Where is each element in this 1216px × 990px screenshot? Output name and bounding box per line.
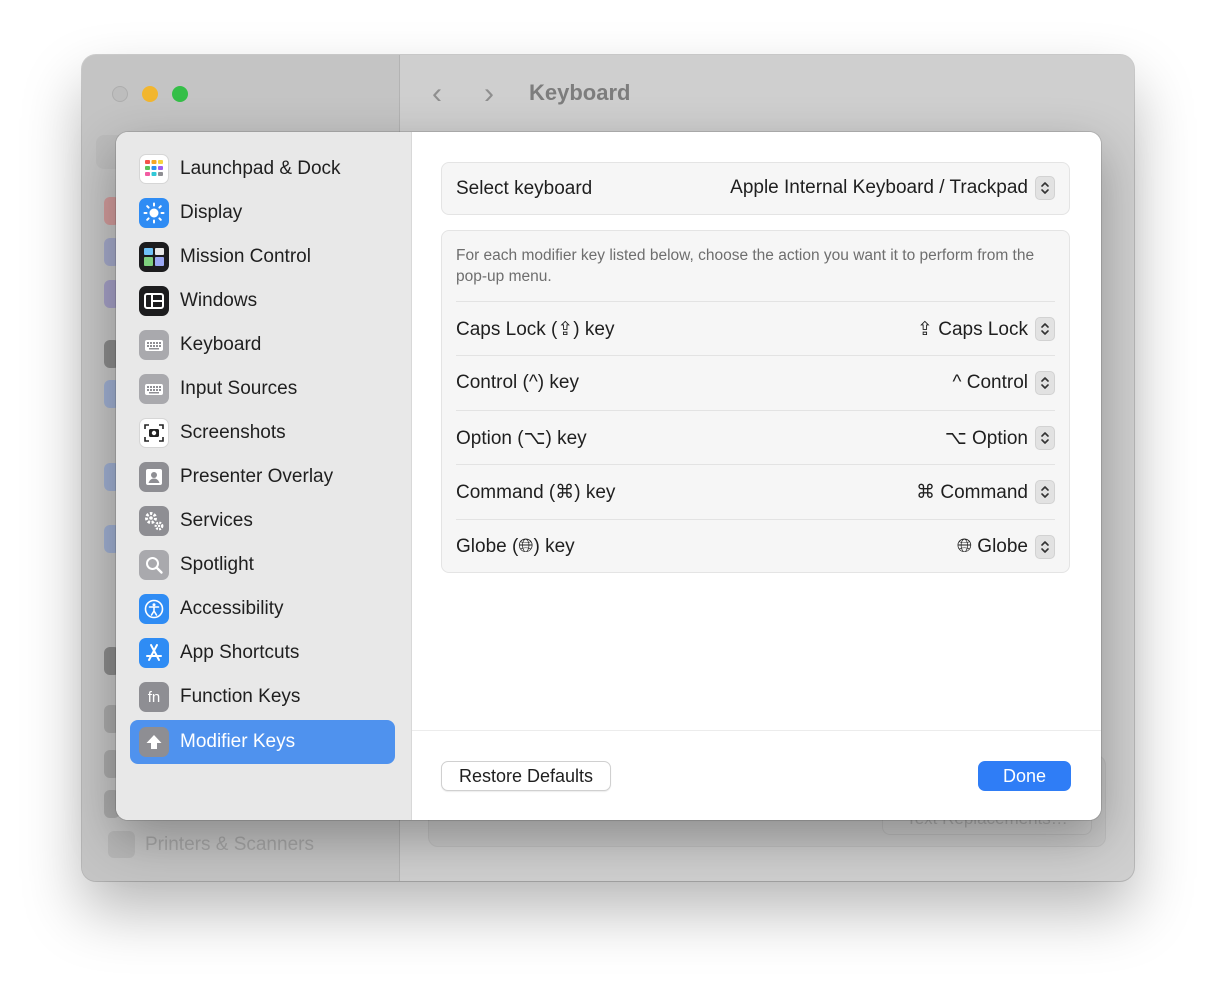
modifier-keys-card: For each modifier key listed below, choo… bbox=[441, 230, 1070, 573]
caps-lock-popup[interactable]: ⇪ Caps Lock bbox=[917, 317, 1055, 341]
modifier-description: For each modifier key listed below, choo… bbox=[456, 247, 1035, 285]
sidebar-item-function-keys[interactable]: fn Function Keys bbox=[130, 675, 395, 719]
app-shortcuts-icon bbox=[139, 638, 169, 668]
divider bbox=[456, 355, 1055, 356]
sidebar-item-keyboard[interactable]: Keyboard bbox=[130, 323, 395, 367]
sidebar-item-input-sources[interactable]: Input Sources bbox=[130, 367, 395, 411]
sidebar-item-presenter-overlay[interactable]: Presenter Overlay bbox=[130, 455, 395, 499]
spotlight-icon bbox=[139, 550, 169, 580]
chevron-updown-icon bbox=[1035, 176, 1055, 200]
sidebar-item-display[interactable]: Display bbox=[130, 191, 395, 235]
presenter-overlay-icon bbox=[139, 462, 169, 492]
svg-text:fn: fn bbox=[148, 689, 161, 706]
sidebar-item-label: Windows bbox=[180, 290, 258, 311]
select-keyboard-label: Select keyboard bbox=[456, 178, 593, 199]
screenshots-icon bbox=[139, 418, 169, 448]
window-title: Keyboard bbox=[529, 80, 631, 105]
sidebar-item-mission-control[interactable]: Mission Control bbox=[130, 235, 395, 279]
background-sidebar-item-printers: Printers & Scanners bbox=[108, 831, 314, 858]
sidebar-item-windows[interactable]: Windows bbox=[130, 279, 395, 323]
display-icon bbox=[139, 198, 169, 228]
sheet-content: Select keyboard Apple Internal Keyboard … bbox=[412, 132, 1101, 820]
footer-divider bbox=[412, 730, 1101, 731]
option-popup[interactable]: ⌥ Option bbox=[945, 426, 1055, 450]
back-nav-button[interactable]: ‹ bbox=[432, 77, 442, 111]
sidebar-item-label: Presenter Overlay bbox=[180, 466, 334, 487]
sidebar-item-label: Keyboard bbox=[180, 334, 262, 355]
divider bbox=[456, 519, 1055, 520]
sidebar-item-spotlight[interactable]: Spotlight bbox=[130, 543, 395, 587]
caps-lock-label: Caps Lock (⇪) key bbox=[456, 319, 615, 340]
printer-icon bbox=[108, 831, 135, 858]
chevron-updown-icon bbox=[1035, 480, 1055, 504]
chevron-updown-icon bbox=[1035, 426, 1055, 450]
mission-control-icon bbox=[139, 242, 169, 272]
select-keyboard-row: Select keyboard Apple Internal Keyboard … bbox=[441, 162, 1070, 215]
launchpad-dock-icon bbox=[139, 154, 169, 184]
minimize-window-button[interactable] bbox=[142, 86, 158, 102]
sidebar-item-accessibility[interactable]: Accessibility bbox=[130, 587, 395, 631]
zoom-window-button[interactable] bbox=[172, 86, 188, 102]
control-popup[interactable]: ^ Control bbox=[953, 371, 1055, 395]
command-value: ⌘ Command bbox=[916, 481, 1028, 503]
done-button[interactable]: Done bbox=[978, 761, 1071, 791]
sidebar-item-label: Screenshots bbox=[180, 422, 286, 443]
select-keyboard-value: Apple Internal Keyboard / Trackpad bbox=[730, 177, 1028, 198]
divider bbox=[456, 464, 1055, 465]
control-label: Control (^) key bbox=[456, 372, 579, 393]
sheet-sidebar: Launchpad & Dock Display Mission Control… bbox=[116, 132, 412, 820]
background-sidebar-item-label: Printers & Scanners bbox=[145, 833, 314, 855]
sidebar-item-label: App Shortcuts bbox=[180, 642, 300, 663]
divider bbox=[456, 301, 1055, 302]
sidebar-item-services[interactable]: Services bbox=[130, 499, 395, 543]
restore-defaults-button[interactable]: Restore Defaults bbox=[441, 761, 611, 791]
sidebar-item-label: Function Keys bbox=[180, 686, 301, 707]
sidebar-item-launchpad-dock[interactable]: Launchpad & Dock bbox=[130, 147, 395, 191]
command-label: Command (⌘) key bbox=[456, 482, 616, 503]
control-value: ^ Control bbox=[952, 372, 1028, 393]
sidebar-item-label: Modifier Keys bbox=[180, 731, 296, 752]
sidebar-item-screenshots[interactable]: Screenshots bbox=[130, 411, 395, 455]
forward-nav-button[interactable]: › bbox=[484, 77, 494, 111]
chevron-updown-icon bbox=[1035, 535, 1055, 559]
sidebar-item-modifier-keys[interactable]: Modifier Keys bbox=[130, 720, 395, 764]
option-value: ⌥ Option bbox=[944, 427, 1028, 449]
sidebar-item-label: Input Sources bbox=[180, 378, 298, 399]
function-keys-icon: fn bbox=[139, 682, 169, 712]
keyboard-icon bbox=[139, 330, 169, 360]
modifier-keys-sheet: Launchpad & Dock Display Mission Control… bbox=[116, 132, 1101, 820]
caps-lock-value: ⇪ Caps Lock bbox=[917, 318, 1028, 340]
sidebar-item-label: Accessibility bbox=[180, 598, 284, 619]
sidebar-item-app-shortcuts[interactable]: App Shortcuts bbox=[130, 631, 395, 675]
globe-popup[interactable]: 🌐︎ Globe bbox=[957, 535, 1055, 559]
windows-icon bbox=[139, 286, 169, 316]
sidebar-item-label: Services bbox=[180, 510, 253, 531]
services-icon bbox=[139, 506, 169, 536]
sidebar-item-label: Display bbox=[180, 202, 243, 223]
sidebar-item-label: Mission Control bbox=[180, 246, 311, 267]
globe-value: 🌐︎ Globe bbox=[956, 536, 1028, 557]
command-popup[interactable]: ⌘ Command bbox=[916, 480, 1055, 504]
close-window-button[interactable] bbox=[112, 86, 128, 102]
sidebar-item-label: Spotlight bbox=[180, 554, 254, 575]
divider bbox=[456, 410, 1055, 411]
modifier-keys-icon bbox=[139, 727, 169, 757]
sidebar-item-label: Launchpad & Dock bbox=[180, 158, 341, 179]
chevron-updown-icon bbox=[1035, 371, 1055, 395]
option-label: Option (⌥) key bbox=[456, 428, 587, 449]
globe-label: Globe (🌐︎) key bbox=[456, 536, 575, 557]
accessibility-icon bbox=[139, 594, 169, 624]
input-sources-icon bbox=[139, 374, 169, 404]
select-keyboard-popup[interactable]: Apple Internal Keyboard / Trackpad bbox=[730, 176, 1055, 200]
chevron-updown-icon bbox=[1035, 317, 1055, 341]
